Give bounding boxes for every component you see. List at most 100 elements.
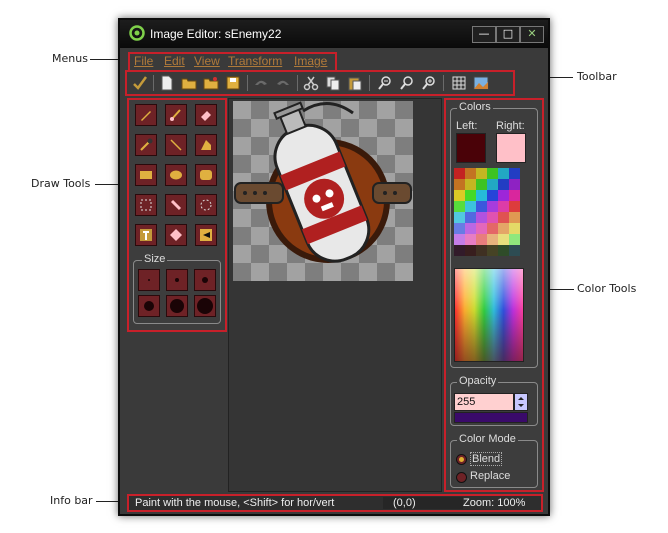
menu-edit[interactable]: Edit bbox=[164, 54, 185, 68]
palette-color[interactable] bbox=[465, 201, 476, 212]
palette-color[interactable] bbox=[509, 223, 520, 234]
palette-color[interactable] bbox=[476, 168, 487, 179]
palette-color[interactable] bbox=[476, 201, 487, 212]
title-bar[interactable]: Image Editor: sEnemy22 — □ ✕ bbox=[120, 20, 548, 48]
polygon-tool[interactable] bbox=[195, 134, 217, 156]
palette-color[interactable] bbox=[454, 234, 465, 245]
palette-color[interactable] bbox=[498, 223, 509, 234]
menu-image[interactable]: Image bbox=[294, 54, 327, 68]
palette-color[interactable] bbox=[509, 234, 520, 245]
image-canvas[interactable] bbox=[233, 101, 413, 281]
image-properties-icon[interactable] bbox=[473, 75, 489, 91]
palette-color[interactable] bbox=[498, 179, 509, 190]
opacity-spinner[interactable] bbox=[514, 393, 528, 411]
open-folder-alt-icon[interactable] bbox=[203, 75, 219, 91]
blend-label[interactable]: Blend bbox=[470, 452, 503, 466]
replace-color-tool[interactable] bbox=[195, 224, 217, 246]
select-tool[interactable] bbox=[135, 194, 157, 216]
palette-color[interactable] bbox=[454, 201, 465, 212]
palette-color[interactable] bbox=[487, 179, 498, 190]
ellipse-tool[interactable] bbox=[165, 164, 187, 186]
blend-radio[interactable] bbox=[456, 454, 467, 465]
palette-color[interactable] bbox=[465, 190, 476, 201]
palette-color[interactable] bbox=[476, 190, 487, 201]
spray-tool[interactable] bbox=[165, 194, 187, 216]
size-4-option[interactable] bbox=[138, 295, 160, 317]
zoom-reset-icon[interactable] bbox=[399, 75, 415, 91]
size-2-option[interactable] bbox=[166, 269, 188, 291]
palette-color[interactable] bbox=[476, 223, 487, 234]
replace-radio[interactable] bbox=[456, 472, 467, 483]
eraser-tool[interactable] bbox=[195, 104, 217, 126]
palette-color[interactable] bbox=[498, 234, 509, 245]
palette-color[interactable] bbox=[509, 201, 520, 212]
minimize-button[interactable]: — bbox=[472, 26, 496, 43]
palette-color[interactable] bbox=[476, 179, 487, 190]
palette-color[interactable] bbox=[465, 212, 476, 223]
palette-color[interactable] bbox=[509, 212, 520, 223]
left-color-swatch[interactable] bbox=[456, 133, 486, 163]
color-picker-tool[interactable] bbox=[135, 134, 157, 156]
redo-icon[interactable] bbox=[275, 75, 291, 91]
checkmark-icon[interactable] bbox=[132, 75, 148, 91]
close-button[interactable]: ✕ bbox=[520, 26, 544, 43]
palette-color[interactable] bbox=[487, 234, 498, 245]
replace-label[interactable]: Replace bbox=[470, 470, 510, 482]
size-5-option[interactable] bbox=[166, 295, 188, 317]
zoom-in-icon[interactable] bbox=[421, 75, 437, 91]
palette-color[interactable] bbox=[454, 168, 465, 179]
menu-file[interactable]: File bbox=[134, 54, 153, 68]
right-color-swatch[interactable] bbox=[496, 133, 526, 163]
palette-color[interactable] bbox=[465, 168, 476, 179]
size-1-option[interactable] bbox=[138, 269, 160, 291]
palette-color[interactable] bbox=[476, 234, 487, 245]
zoom-out-icon[interactable] bbox=[377, 75, 393, 91]
palette-color[interactable] bbox=[454, 212, 465, 223]
cut-icon[interactable] bbox=[303, 75, 319, 91]
palette-color[interactable] bbox=[465, 223, 476, 234]
brush-tool[interactable] bbox=[165, 104, 187, 126]
palette-color[interactable] bbox=[509, 245, 520, 256]
rectangle-tool[interactable] bbox=[135, 164, 157, 186]
color-palette[interactable] bbox=[454, 168, 522, 258]
open-folder-icon[interactable] bbox=[181, 75, 197, 91]
line-tool[interactable] bbox=[165, 134, 187, 156]
palette-color[interactable] bbox=[498, 212, 509, 223]
text-tool[interactable] bbox=[135, 224, 157, 246]
menu-transform[interactable]: Transform bbox=[228, 54, 282, 68]
palette-color[interactable] bbox=[509, 179, 520, 190]
palette-color[interactable] bbox=[487, 245, 498, 256]
palette-color[interactable] bbox=[498, 168, 509, 179]
palette-color[interactable] bbox=[487, 212, 498, 223]
grid-icon[interactable] bbox=[451, 75, 467, 91]
size-3-option[interactable] bbox=[194, 269, 216, 291]
palette-color[interactable] bbox=[509, 190, 520, 201]
color-spectrum[interactable] bbox=[454, 268, 524, 362]
palette-color[interactable] bbox=[465, 234, 476, 245]
palette-color[interactable] bbox=[454, 223, 465, 234]
menu-view[interactable]: View bbox=[194, 54, 220, 68]
palette-color[interactable] bbox=[487, 168, 498, 179]
palette-color[interactable] bbox=[487, 201, 498, 212]
palette-color[interactable] bbox=[454, 190, 465, 201]
rounded-rectangle-tool[interactable] bbox=[195, 164, 217, 186]
palette-color[interactable] bbox=[454, 179, 465, 190]
palette-color[interactable] bbox=[498, 190, 509, 201]
palette-color[interactable] bbox=[487, 190, 498, 201]
undo-icon[interactable] bbox=[253, 75, 269, 91]
canvas-area[interactable] bbox=[228, 98, 442, 492]
palette-color[interactable] bbox=[476, 212, 487, 223]
palette-color[interactable] bbox=[465, 245, 476, 256]
palette-color[interactable] bbox=[487, 223, 498, 234]
opacity-input[interactable]: 255 bbox=[454, 393, 514, 411]
paste-icon[interactable] bbox=[347, 75, 363, 91]
palette-color[interactable] bbox=[509, 168, 520, 179]
palette-color[interactable] bbox=[476, 245, 487, 256]
size-6-option[interactable] bbox=[194, 295, 216, 317]
fill-tool[interactable] bbox=[165, 224, 187, 246]
save-icon[interactable] bbox=[225, 75, 241, 91]
lasso-tool[interactable] bbox=[195, 194, 217, 216]
palette-color[interactable] bbox=[498, 245, 509, 256]
pencil-tool[interactable] bbox=[135, 104, 157, 126]
copy-icon[interactable] bbox=[325, 75, 341, 91]
